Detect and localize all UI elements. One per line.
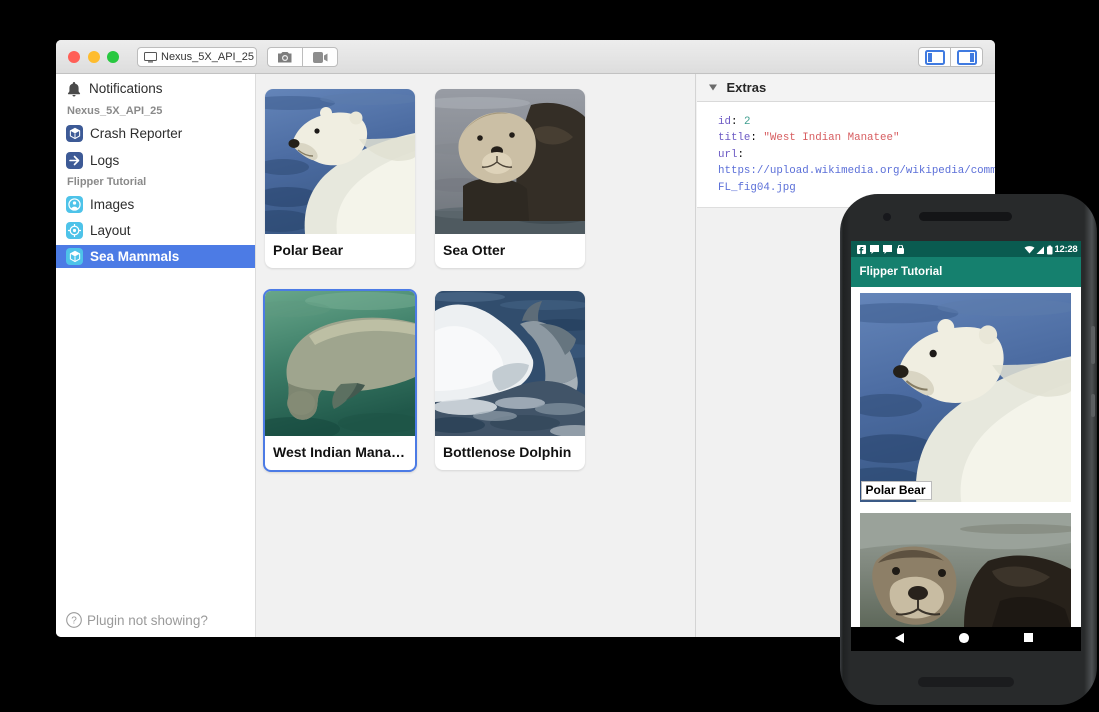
svg-text:?: ? (71, 616, 77, 627)
